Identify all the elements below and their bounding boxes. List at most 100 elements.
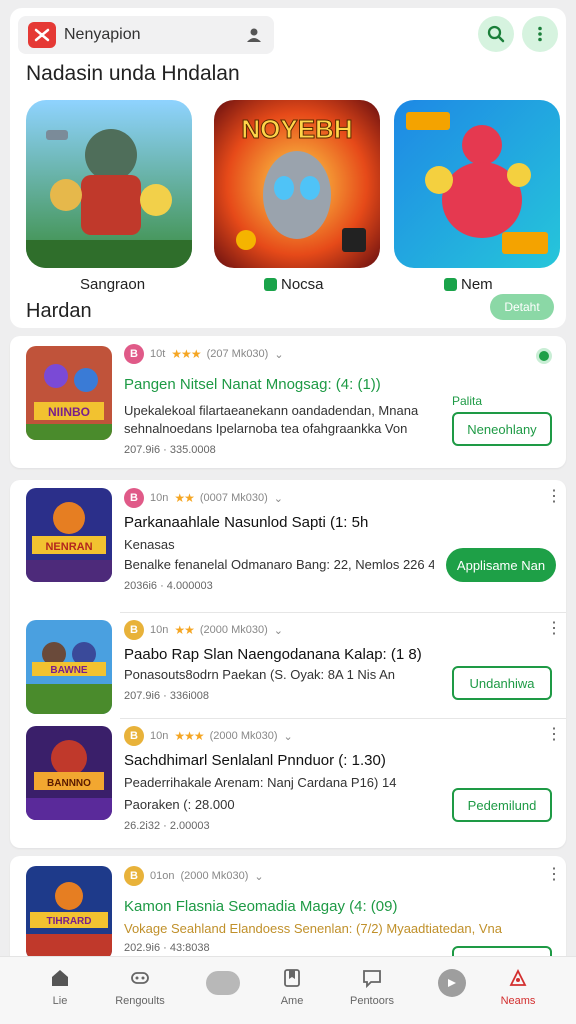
divider bbox=[120, 718, 566, 719]
meta-prefix: 10n bbox=[150, 492, 169, 504]
item-action-button[interactable] bbox=[452, 946, 552, 956]
meta-row: B 10t ★★★ (207 Mk030) ⌄ bbox=[124, 344, 284, 364]
featured-label-3: Nem bbox=[444, 276, 493, 293]
featured-art-2-text: NOYEBH bbox=[241, 114, 352, 144]
item-title[interactable]: Pangen Nitsel Nanat Mnogsag: (4: (1)) bbox=[124, 376, 381, 393]
nav-item-apps[interactable]: Neams bbox=[478, 967, 558, 1007]
category-badge: B bbox=[124, 866, 144, 886]
category-badge: B bbox=[124, 726, 144, 746]
item-description: Upekalekoal filartaeanekann oandadendan,… bbox=[124, 403, 419, 418]
app-logo-icon bbox=[28, 22, 56, 48]
item-stats: 26.2i32 · 2.00003 bbox=[124, 820, 210, 832]
rating-stars: ★★★ bbox=[174, 729, 204, 743]
chevron-down-icon[interactable]: ⌄ bbox=[274, 492, 283, 505]
meta-info: (2000 Mk030) bbox=[199, 624, 268, 636]
item-side-label: Palita bbox=[451, 394, 482, 408]
item-thumbnail: BAWNE bbox=[26, 620, 112, 714]
list-group: NENRAN B 10n ★★ (0007 Mk030) ⌄ ⋮ Parkana… bbox=[10, 480, 566, 848]
chevron-down-icon[interactable]: ⌄ bbox=[254, 870, 263, 883]
item-title[interactable]: Sachdhimarl Senlalanl Pnnduor (: 1.30) bbox=[124, 752, 386, 769]
section-title: Hardan bbox=[26, 300, 92, 322]
more-button[interactable] bbox=[522, 16, 558, 52]
chevron-down-icon[interactable]: ⌄ bbox=[274, 624, 283, 637]
circle-icon[interactable] bbox=[438, 969, 466, 997]
list-item[interactable]: BAWNE B 10n ★★ (2000 Mk030) ⌄ ⋮ Paabo Ra… bbox=[10, 614, 566, 718]
list-item[interactable]: TIHRARD B 01on (2000 Mk030) ⌄ ⋮ Kamon Fl… bbox=[10, 856, 566, 956]
meta-prefix: 10n bbox=[150, 730, 169, 742]
category-badge: B bbox=[124, 488, 144, 508]
meta-prefix: 10t bbox=[150, 348, 166, 360]
details-pill-button[interactable]: Detaht bbox=[490, 294, 554, 320]
item-description: Vokage Seahland Elandoess Senenlan: (7/2… bbox=[124, 921, 502, 936]
item-stats: 2036i6 · 4.000003 bbox=[124, 580, 213, 592]
featured-art-3 bbox=[394, 100, 560, 268]
blob-icon[interactable] bbox=[206, 971, 240, 995]
search-bar[interactable]: Nenyapion bbox=[18, 16, 274, 54]
item-stats: 202.9i6 · 43:8038 bbox=[124, 942, 210, 954]
chevron-down-icon[interactable]: ⌄ bbox=[274, 348, 283, 361]
more-vertical-icon[interactable]: ⋮ bbox=[546, 727, 562, 743]
meta-prefix: 10n bbox=[150, 624, 169, 636]
list-item[interactable]: NENRAN B 10n ★★ (0007 Mk030) ⌄ ⋮ Parkana… bbox=[10, 480, 566, 610]
thumb-art-text: NIINBO bbox=[48, 405, 90, 419]
meta-row: B 01on (2000 Mk030) ⌄ bbox=[124, 866, 264, 886]
item-action-button[interactable]: Neneohlany bbox=[452, 412, 552, 446]
chevron-down-icon[interactable]: ⌄ bbox=[284, 730, 293, 743]
more-vertical-icon[interactable]: ⋮ bbox=[546, 489, 562, 505]
item-action-button[interactable]: Applisame Nan bbox=[446, 548, 556, 582]
nav-item-home[interactable]: Lie bbox=[20, 967, 100, 1007]
lock-icon bbox=[264, 278, 277, 291]
more-vertical-icon[interactable]: ⋮ bbox=[546, 621, 562, 637]
meta-info: (207 Mk030) bbox=[206, 348, 269, 360]
nav-item-chat[interactable]: Pentoors bbox=[332, 967, 412, 1007]
rating-stars: ★★ bbox=[174, 623, 194, 637]
item-title[interactable]: Paabo Rap Slan Naengodanana Kalap: (1 8) bbox=[124, 646, 422, 663]
meta-info: (2000 Mk030) bbox=[209, 730, 278, 742]
item-thumbnail: NIINBO bbox=[26, 346, 112, 440]
item-action-button[interactable]: Undanhiwa bbox=[452, 666, 552, 700]
item-description: Peaderrihakale Arenam: Nanj Cardana P16)… bbox=[124, 775, 397, 790]
rating-stars: ★★ bbox=[174, 491, 194, 505]
meta-info: (0007 Mk030) bbox=[199, 492, 268, 504]
rating-stars: ★★★ bbox=[171, 347, 201, 361]
more-vertical-icon bbox=[538, 26, 542, 42]
list-item[interactable]: BANNNO B 10n ★★★ (2000 Mk030) ⌄ ⋮ Sachdh… bbox=[10, 720, 566, 846]
thumb-art-text: BANNNO bbox=[47, 778, 91, 789]
item-description-2: Paoraken (: 28.000 bbox=[124, 797, 235, 812]
category-badge: B bbox=[124, 344, 144, 364]
search-button[interactable] bbox=[478, 16, 514, 52]
thumb-art-text: TIHRARD bbox=[47, 916, 92, 927]
featured-card-2[interactable]: NOYEBH bbox=[214, 100, 380, 268]
nav-label: Pentoors bbox=[349, 995, 395, 1007]
featured-label-1: Sangraon bbox=[80, 276, 145, 293]
search-input[interactable]: Nenyapion bbox=[64, 26, 244, 44]
games-icon bbox=[131, 972, 149, 984]
item-description-2: sehnalnoedans Ipelarnoba tea ofahgraankk… bbox=[124, 421, 408, 436]
item-stats: 207.9i6 · 336i008 bbox=[124, 690, 210, 702]
item-thumbnail: TIHRARD bbox=[26, 866, 112, 956]
item-title[interactable]: Kamon Flasnia Seomadia Magay (4: (09) bbox=[124, 898, 397, 915]
featured-title: Nadasin unda Hndalan bbox=[26, 62, 240, 85]
nav-label: Neams bbox=[500, 995, 536, 1007]
featured-card-1[interactable] bbox=[26, 100, 192, 268]
bottom-nav: Lie Rengoults Ame Pentoors Neams bbox=[0, 956, 576, 1024]
status-dot-icon bbox=[536, 348, 552, 364]
featured-label-3-text: Nem bbox=[461, 276, 493, 293]
lock-icon bbox=[444, 278, 457, 291]
more-vertical-icon[interactable]: ⋮ bbox=[546, 867, 562, 883]
item-stats: 207.9i6 · 335.0008 bbox=[124, 444, 216, 456]
item-action-button[interactable]: Pedemilund bbox=[452, 788, 552, 822]
home-icon bbox=[52, 970, 68, 986]
nav-item-library[interactable]: Ame bbox=[252, 967, 332, 1007]
featured-art-2: NOYEBH bbox=[214, 100, 380, 268]
item-title[interactable]: Parkanaahlale Nasunlod Sapti (1: 5h bbox=[124, 514, 368, 531]
featured-card-3[interactable] bbox=[394, 100, 560, 268]
featured-label-2: Nocsa bbox=[264, 276, 324, 293]
nav-item-games[interactable]: Rengoults bbox=[100, 967, 180, 1007]
meta-row: B 10n ★★★ (2000 Mk030) ⌄ bbox=[124, 726, 293, 746]
profile-icon[interactable] bbox=[244, 25, 264, 45]
thumb-art-text: BAWNE bbox=[50, 665, 88, 676]
thumb-art-text: NENRAN bbox=[45, 541, 92, 553]
search-icon bbox=[487, 25, 505, 43]
list-item[interactable]: NIINBO B 10t ★★★ (207 Mk030) ⌄ Pangen Ni… bbox=[10, 336, 566, 468]
